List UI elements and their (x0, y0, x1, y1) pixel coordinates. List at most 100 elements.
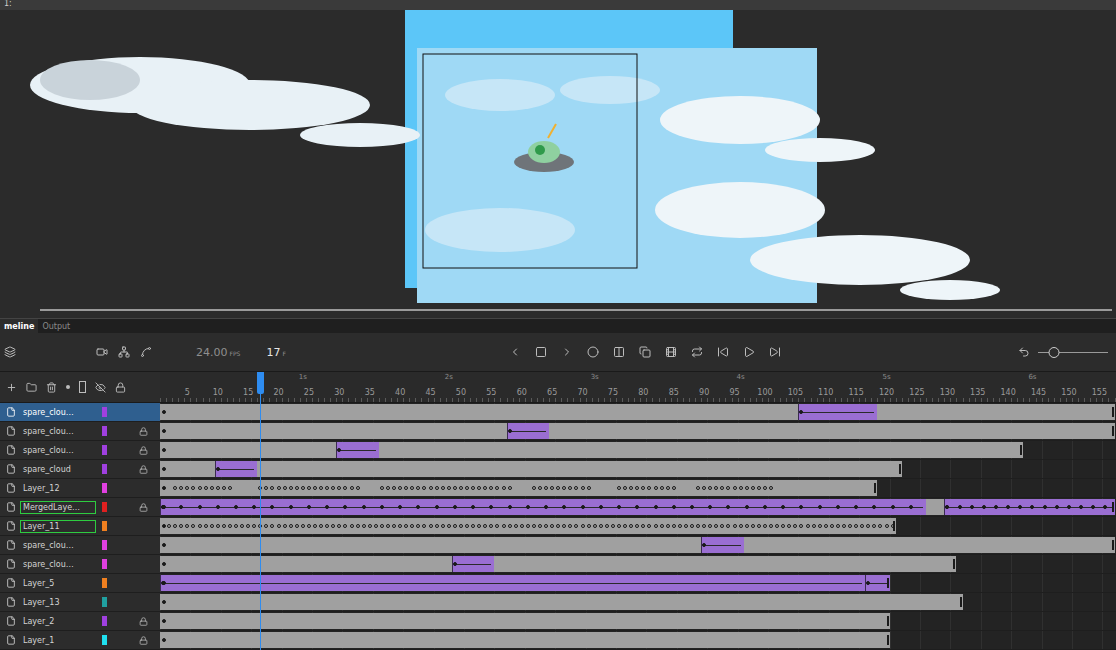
keyframe[interactable] (799, 410, 803, 414)
keyframe[interactable] (350, 524, 354, 528)
keyframe[interactable] (435, 486, 439, 490)
stage-artwork[interactable] (0, 10, 1116, 318)
motion-tween[interactable] (336, 442, 379, 458)
camera-icon[interactable] (96, 346, 108, 358)
frame-span[interactable] (160, 613, 890, 629)
panel-tab[interactable]: meline (0, 319, 38, 333)
layer-name[interactable]: spare_clou… (20, 425, 96, 438)
keyframe[interactable] (319, 486, 323, 490)
keyframe[interactable] (550, 524, 554, 528)
keyframe[interactable] (222, 486, 226, 490)
keyframe[interactable] (958, 505, 962, 509)
onion-outline-icon[interactable] (613, 346, 625, 358)
lock-slot[interactable] (137, 446, 149, 455)
keyframe[interactable] (672, 505, 676, 509)
layer-name-cell[interactable]: Layer_2 (0, 612, 160, 630)
keyframe[interactable] (1018, 505, 1022, 509)
keyframe[interactable] (416, 486, 420, 490)
keyframe[interactable] (489, 486, 493, 490)
keyframe[interactable] (581, 505, 585, 509)
keyframe[interactable] (1030, 505, 1034, 509)
keyframe[interactable] (1043, 505, 1047, 509)
keyframe[interactable] (854, 505, 858, 509)
keyframe[interactable] (380, 505, 384, 509)
keyframe[interactable] (234, 505, 238, 509)
keyframe[interactable] (198, 505, 202, 509)
keyframe[interactable] (325, 505, 329, 509)
step-back-icon[interactable] (717, 346, 729, 358)
keyframe[interactable] (568, 486, 572, 490)
keyframe[interactable] (471, 486, 475, 490)
keyframe[interactable] (623, 486, 627, 490)
layer-row[interactable]: spare_clou… (0, 555, 1116, 574)
keyframe[interactable] (277, 524, 281, 528)
frame-track[interactable] (160, 631, 1116, 649)
keyframe[interactable] (629, 486, 633, 490)
layer-row[interactable]: spare_cloud (0, 460, 1116, 479)
keyframe[interactable] (818, 505, 822, 509)
keyframe[interactable] (422, 524, 426, 528)
keyframe[interactable] (325, 524, 329, 528)
lock-slot[interactable] (137, 636, 149, 645)
keyframe[interactable] (337, 524, 341, 528)
layer-color-swatch[interactable] (102, 597, 107, 607)
keyframe[interactable] (198, 486, 202, 490)
keyframe[interactable] (702, 486, 706, 490)
lock-slot[interactable] (137, 617, 149, 626)
keyframe[interactable] (878, 524, 882, 528)
keyframe[interactable] (678, 524, 682, 528)
frame-track[interactable] (160, 574, 1116, 592)
layer-color-swatch[interactable] (102, 483, 107, 493)
keyframe[interactable] (313, 524, 317, 528)
keyframe[interactable] (471, 505, 475, 509)
keyframe[interactable] (295, 524, 299, 528)
keyframe[interactable] (234, 524, 238, 528)
motion-tween[interactable] (701, 537, 744, 553)
keyframe[interactable] (708, 486, 712, 490)
keyframe[interactable] (398, 505, 402, 509)
zoom-slider-knob[interactable] (1049, 347, 1060, 358)
layer-name[interactable]: Layer_11 (20, 520, 96, 533)
keyframe[interactable] (307, 505, 311, 509)
keyframe[interactable] (599, 505, 603, 509)
fps-readout[interactable]: 24.00FPS (196, 346, 240, 359)
layer-name-cell[interactable]: spare_cloud (0, 460, 160, 478)
keyframe[interactable] (587, 486, 591, 490)
keyframe[interactable] (191, 524, 195, 528)
layer-row[interactable]: Layer_5 (0, 574, 1116, 593)
layer-row[interactable]: Layer_13 (0, 593, 1116, 612)
keyframe[interactable] (252, 505, 256, 509)
keyframe[interactable] (781, 505, 785, 509)
keyframe[interactable] (447, 486, 451, 490)
keyframe[interactable] (264, 524, 268, 528)
layer-parenting-icon[interactable] (118, 346, 130, 358)
layer-row[interactable]: MergedLaye… (0, 498, 1116, 517)
keyframe[interactable] (660, 524, 664, 528)
keyframe[interactable] (410, 486, 414, 490)
keyframe[interactable] (787, 524, 791, 528)
keyframe[interactable] (654, 524, 658, 528)
keyframe[interactable] (465, 486, 469, 490)
keyframe[interactable] (726, 486, 730, 490)
keyframe[interactable] (751, 524, 755, 528)
keyframe[interactable] (386, 486, 390, 490)
keyframe[interactable] (374, 524, 378, 528)
layer-name-cell[interactable]: Layer_11 (0, 517, 160, 535)
layer-name[interactable]: spare_clou… (20, 444, 96, 457)
frame-span[interactable] (160, 537, 1115, 553)
current-frame[interactable]: 17F (266, 346, 285, 359)
keyframe[interactable] (289, 524, 293, 528)
keyframe[interactable] (228, 524, 232, 528)
layer-name-cell[interactable]: MergedLaye… (0, 498, 160, 516)
layer-color-swatch[interactable] (102, 521, 107, 531)
layer-row[interactable]: Layer_1 (0, 631, 1116, 650)
keyframe[interactable] (623, 524, 627, 528)
keyframe[interactable] (459, 486, 463, 490)
keyframe[interactable] (848, 524, 852, 528)
layer-color-swatch[interactable] (102, 616, 107, 626)
keyframe[interactable] (331, 486, 335, 490)
keyframe[interactable] (641, 486, 645, 490)
layer-row[interactable]: spare_clou… (0, 536, 1116, 555)
layers-icon[interactable] (4, 346, 16, 358)
keyframe[interactable] (179, 486, 183, 490)
